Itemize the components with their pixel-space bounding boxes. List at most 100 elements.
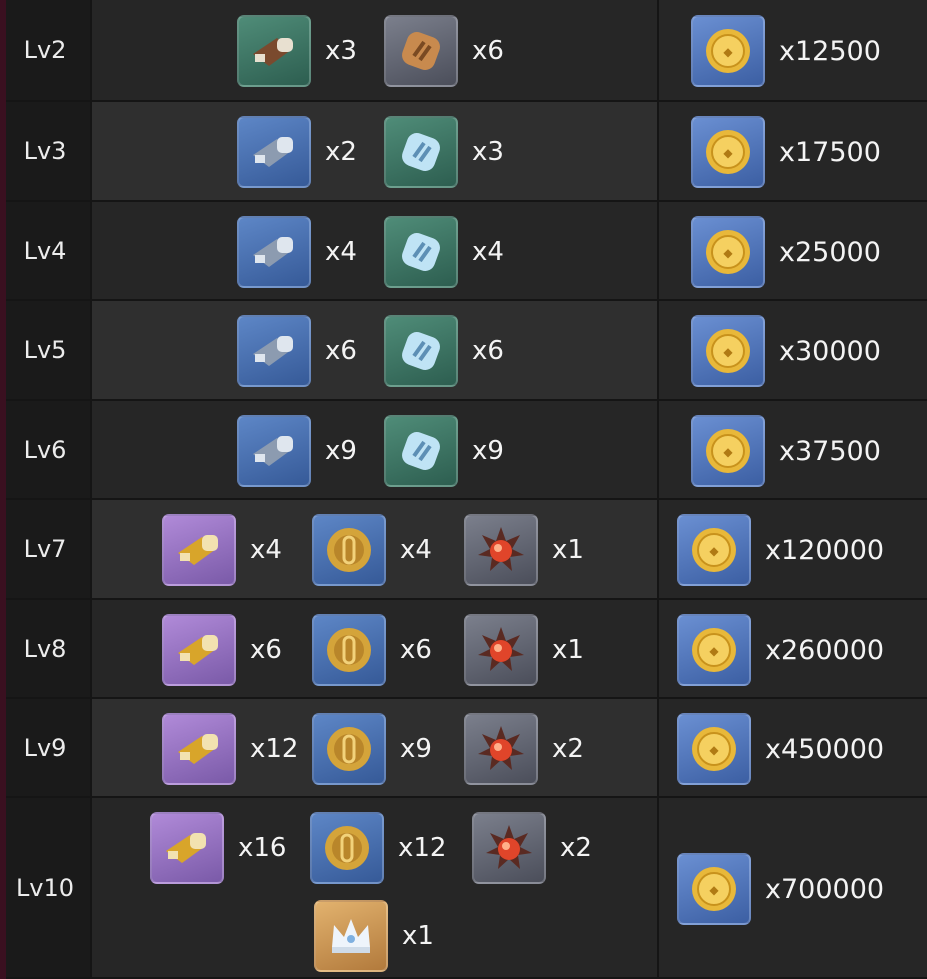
level-row: Lv2 x3 x6 ◆ x12500 [0,0,927,102]
svg-text:◆: ◆ [723,146,733,160]
coin-cost: ◆ x37500 [691,415,881,487]
red-core-icon [464,713,538,785]
coin-cost: ◆ x12500 [691,15,881,87]
coin-cost-cell: ◆ x17500 [659,102,927,200]
level-row: Lv9 x12 x9 x2 ◆ x450000 [0,699,927,798]
gold-medallion-icon [312,614,386,686]
level-row: Lv10 x16 x12 x2 x1 ◆ x700000 [0,798,927,979]
red-core-icon [464,514,538,586]
level-label: Lv2 [0,0,92,100]
gold-medallion-icon [312,713,386,785]
crystal-gem-icon [384,116,458,188]
material-item: x9 [237,415,357,487]
level-label: Lv10 [0,798,92,977]
coin-cost-cell: ◆ x30000 [659,301,927,399]
material-quantity: x12 [398,833,447,863]
coin-cost: ◆ x260000 [677,614,884,686]
level-row: Lv3 x2 x3 ◆ x17500 [0,102,927,202]
material-item: x12 [310,812,446,884]
svg-text:◆: ◆ [723,45,733,59]
material-item: x2 [237,116,357,188]
material-item: x2 [472,812,592,884]
coin-icon: ◆ [691,15,765,87]
material-quantity: x4 [325,237,357,267]
coin-cost: ◆ x25000 [691,216,881,288]
coin-cost: ◆ x450000 [677,713,884,785]
coin-cost: ◆ x120000 [677,514,884,586]
materials-cell: x3 x6 [92,0,659,100]
materials-cell: x4 x4 x1 [92,500,659,598]
material-item: x9 [312,713,432,785]
coin-cost-cell: ◆ x25000 [659,202,927,299]
coin-icon: ◆ [691,116,765,188]
red-core-icon [472,812,546,884]
material-item: x4 [312,514,432,586]
level-label: Lv7 [0,500,92,598]
silver-scroll-icon [237,216,311,288]
materials-cell: x4 x4 [92,202,659,299]
materials-cell: x2 x3 [92,102,659,200]
coin-icon: ◆ [691,216,765,288]
material-quantity: x6 [472,336,504,366]
crystal-gem-icon [384,216,458,288]
svg-text:◆: ◆ [709,743,719,757]
svg-text:◆: ◆ [709,883,719,897]
coin-cost-cell: ◆ x120000 [659,500,927,598]
material-item: x3 [384,116,504,188]
crystal-gem-icon [384,415,458,487]
coin-amount: x450000 [765,733,885,765]
coin-cost-cell: ◆ x450000 [659,699,927,796]
material-item: x3 [237,15,357,87]
bronze-gem-icon [384,15,458,87]
material-item: x6 [162,614,282,686]
material-quantity: x9 [472,436,504,466]
coin-amount: x12500 [779,35,881,67]
gold-medallion-icon [310,812,384,884]
coin-cost-cell: ◆ x700000 [659,798,927,977]
material-item: x1 [464,614,584,686]
materials-cell: x16 x12 x2 x1 [92,798,659,977]
material-item: x6 [312,614,432,686]
brown-scroll-icon [237,15,311,87]
upgrade-cost-table: Lv2 x3 x6 ◆ x12500 Lv3 x2 x3 ◆ x17500 Lv4 x4 x4 ◆ x250… [0,0,927,979]
material-quantity: x3 [472,137,504,167]
material-quantity: x4 [472,237,504,267]
material-quantity: x9 [400,734,432,764]
red-core-icon [464,614,538,686]
coin-amount: x260000 [765,634,885,666]
material-item: x1 [314,900,434,972]
material-quantity: x6 [250,635,282,665]
coin-cost-cell: ◆ x12500 [659,0,927,100]
material-quantity: x4 [400,535,432,565]
material-quantity: x1 [552,635,584,665]
materials-cell: x6 x6 [92,301,659,399]
material-item: x6 [384,15,504,87]
material-item: x4 [162,514,282,586]
level-label: Lv4 [0,202,92,299]
level-label: Lv9 [0,699,92,796]
material-quantity: x2 [552,734,584,764]
materials-cell: x12 x9 x2 [92,699,659,796]
material-quantity: x2 [325,137,357,167]
material-quantity: x6 [400,635,432,665]
coin-amount: x30000 [779,335,881,367]
coin-icon: ◆ [691,415,765,487]
material-item: x6 [237,315,357,387]
gold-medallion-icon [312,514,386,586]
svg-text:◆: ◆ [723,345,733,359]
level-row: Lv5 x6 x6 ◆ x30000 [0,301,927,401]
coin-amount: x37500 [779,435,881,467]
material-quantity: x16 [238,833,287,863]
level-row: Lv7 x4 x4 x1 ◆ x120000 [0,500,927,600]
coin-icon: ◆ [691,315,765,387]
coin-cost-cell: ◆ x260000 [659,600,927,697]
material-quantity: x1 [552,535,584,565]
coin-icon: ◆ [677,853,751,925]
silver-scroll-icon [237,415,311,487]
coin-amount: x25000 [779,236,881,268]
material-quantity: x6 [325,336,357,366]
coin-cost-cell: ◆ x37500 [659,401,927,498]
level-row: Lv4 x4 x4 ◆ x25000 [0,202,927,301]
silver-scroll-icon [237,116,311,188]
svg-text:◆: ◆ [709,544,719,558]
